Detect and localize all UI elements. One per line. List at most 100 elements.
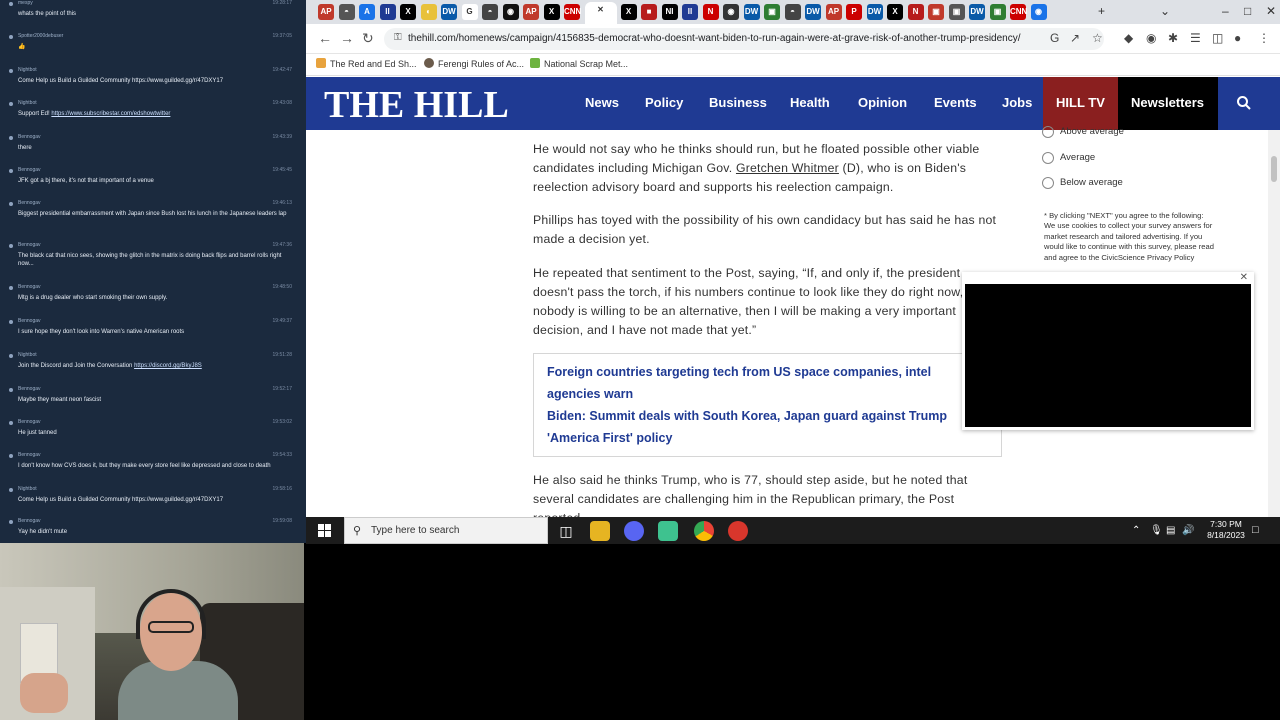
browser-tab[interactable]: P <box>846 4 862 20</box>
bookmark-item[interactable]: Ferengi Rules of Ac... <box>424 58 524 69</box>
browser-tab[interactable]: ◐ <box>420 4 437 20</box>
related-link[interactable]: Biden: Summit deals with South Korea, Ja… <box>547 405 987 449</box>
floating-video-player[interactable]: ✕ <box>962 272 1254 430</box>
radio-button[interactable] <box>1042 152 1054 164</box>
browser-tab[interactable]: ▣ <box>989 4 1006 20</box>
browser-tab[interactable]: ■ <box>641 4 657 20</box>
chat-link[interactable]: https://discord.gg/BkyJ8S <box>134 363 202 369</box>
browser-tab[interactable]: ◓ <box>784 4 801 20</box>
browser-tab[interactable]: X <box>887 4 903 20</box>
browser-tab[interactable]: AP <box>318 4 334 20</box>
browser-tab[interactable]: ◉ <box>502 4 519 20</box>
browser-tab[interactable]: DW <box>743 4 760 20</box>
bookmark-star-icon[interactable]: ☆ <box>1092 31 1103 45</box>
bookmark-item[interactable]: National Scrap Met... <box>530 58 628 69</box>
browser-tab[interactable]: DW <box>441 4 457 20</box>
network-icon[interactable]: ▤ <box>1166 525 1175 536</box>
notification-icon[interactable]: □ <box>1252 524 1259 536</box>
discord-icon[interactable] <box>624 521 644 541</box>
radio-button[interactable] <box>1042 126 1054 138</box>
browser-tab[interactable]: II <box>682 4 698 20</box>
browser-tab[interactable]: II <box>379 4 396 20</box>
browser-tab[interactable]: CNN <box>1010 4 1027 20</box>
video-frame[interactable] <box>965 284 1251 427</box>
menu-icon[interactable]: ⋮ <box>1258 31 1270 45</box>
profile-icon[interactable]: ● <box>1234 31 1241 45</box>
browser-tab[interactable]: ◓ <box>482 4 498 20</box>
minimize-icon[interactable]: – <box>1222 4 1229 18</box>
browser-tab[interactable]: N <box>907 4 924 20</box>
microphone-icon[interactable]: 🎙 <box>1150 525 1163 536</box>
browser-tab[interactable]: NI <box>661 4 678 20</box>
chevron-up-icon[interactable]: ⌃ <box>1132 525 1140 536</box>
chat-text[interactable]: Join the Discord and Join the Conversati… <box>18 362 298 370</box>
back-icon[interactable]: ← <box>318 30 332 46</box>
nav-opinion[interactable]: Opinion <box>858 95 907 110</box>
nav-newsletters[interactable]: Newsletters <box>1131 95 1204 110</box>
puzzle-icon[interactable]: ✱ <box>1168 31 1178 45</box>
sidepanel-icon[interactable]: ◫ <box>1212 31 1223 45</box>
chat-text[interactable]: Support Ed! https://www.subscribestar.co… <box>18 110 298 118</box>
windows-start-icon[interactable] <box>318 524 331 537</box>
address-bar[interactable]: ⚿ thehill.com/homenews/campaign/4156835-… <box>384 28 1104 50</box>
file-explorer-icon[interactable] <box>590 521 610 541</box>
browser-tab[interactable]: X <box>543 4 560 20</box>
nav-events[interactable]: Events <box>934 95 977 110</box>
volume-icon[interactable]: 🔊 <box>1182 525 1194 536</box>
extension-icon[interactable]: ◆ <box>1124 31 1133 45</box>
maximize-icon[interactable]: □ <box>1244 4 1251 18</box>
scrollbar-thumb[interactable] <box>1271 156 1277 182</box>
recording-app-icon[interactable] <box>728 521 748 541</box>
nav-news[interactable]: News <box>585 95 619 110</box>
nav-policy[interactable]: Policy <box>645 95 683 110</box>
browser-tab[interactable]: ◉ <box>1030 4 1047 20</box>
bookmark-item[interactable]: The Red and Ed Sh... <box>316 58 417 69</box>
chat-message: Nightbot 19:51:28 Join the Discord and Joi… <box>6 352 300 386</box>
browser-tab[interactable]: ▣ <box>948 4 965 20</box>
app-icon[interactable] <box>658 521 678 541</box>
extension-icon[interactable]: ◉ <box>1146 31 1156 45</box>
browser-tab[interactable]: DW <box>805 4 821 20</box>
radio-button[interactable] <box>1042 177 1054 189</box>
browser-tab[interactable]: DW <box>866 4 883 20</box>
browser-tab[interactable]: ▣ <box>928 4 944 20</box>
nav-business[interactable]: Business <box>709 95 767 110</box>
forward-icon[interactable]: → <box>340 30 354 46</box>
new-tab-button[interactable]: + <box>1098 4 1105 18</box>
tab-active-close[interactable]: ✕ <box>584 2 617 24</box>
url-text[interactable]: thehill.com/homenews/campaign/4156835-de… <box>408 33 1021 44</box>
nav-jobs[interactable]: Jobs <box>1002 95 1032 110</box>
browser-tab[interactable]: X <box>400 4 416 20</box>
related-link[interactable]: Foreign countries targeting tech from US… <box>547 361 987 405</box>
browser-tab[interactable]: N <box>702 4 719 20</box>
nav-hill-tv[interactable]: HILL TV <box>1056 95 1105 110</box>
task-view-icon[interactable]: ◫ <box>556 521 576 541</box>
taskbar-search-box[interactable]: ⚲ Type here to search <box>344 517 548 544</box>
share-icon[interactable]: ↗ <box>1070 31 1080 45</box>
chat-link[interactable]: https://www.subscribestar.com/edshowtwit… <box>51 111 170 117</box>
browser-tab[interactable]: AP <box>523 4 539 20</box>
browser-tab[interactable]: ▣ <box>764 4 780 20</box>
browser-tab[interactable]: DW <box>969 4 985 20</box>
tab-search-icon[interactable]: ⌄ <box>1160 4 1170 18</box>
browser-tab[interactable]: X <box>620 4 637 20</box>
whitmer-link[interactable]: Gretchen Whitmer <box>736 161 839 175</box>
browser-tab[interactable]: ◓ <box>338 4 355 20</box>
site-logo[interactable]: THE HILL <box>324 83 509 127</box>
browser-tab[interactable]: CNN <box>564 4 581 20</box>
browser-tab[interactable]: G <box>461 4 478 20</box>
chrome-icon[interactable] <box>694 521 714 541</box>
taskbar-clock[interactable]: 7:30 PM 8/18/2023 <box>1206 519 1246 541</box>
browser-tab[interactable]: ◉ <box>723 4 739 20</box>
webcam-hand <box>20 673 68 713</box>
nav-health[interactable]: Health <box>790 95 830 110</box>
reload-icon[interactable]: ↻ <box>362 30 374 47</box>
browser-tab[interactable]: AP <box>825 4 842 20</box>
browser-tab[interactable]: A <box>359 4 375 20</box>
search-icon[interactable] <box>1236 95 1252 111</box>
media-icon[interactable]: ☰ <box>1190 31 1201 45</box>
close-window-icon[interactable]: ✕ <box>1266 4 1276 18</box>
google-icon[interactable]: G <box>1050 31 1059 45</box>
page-scrollbar[interactable] <box>1268 130 1280 517</box>
close-icon[interactable]: ✕ <box>1240 272 1248 283</box>
